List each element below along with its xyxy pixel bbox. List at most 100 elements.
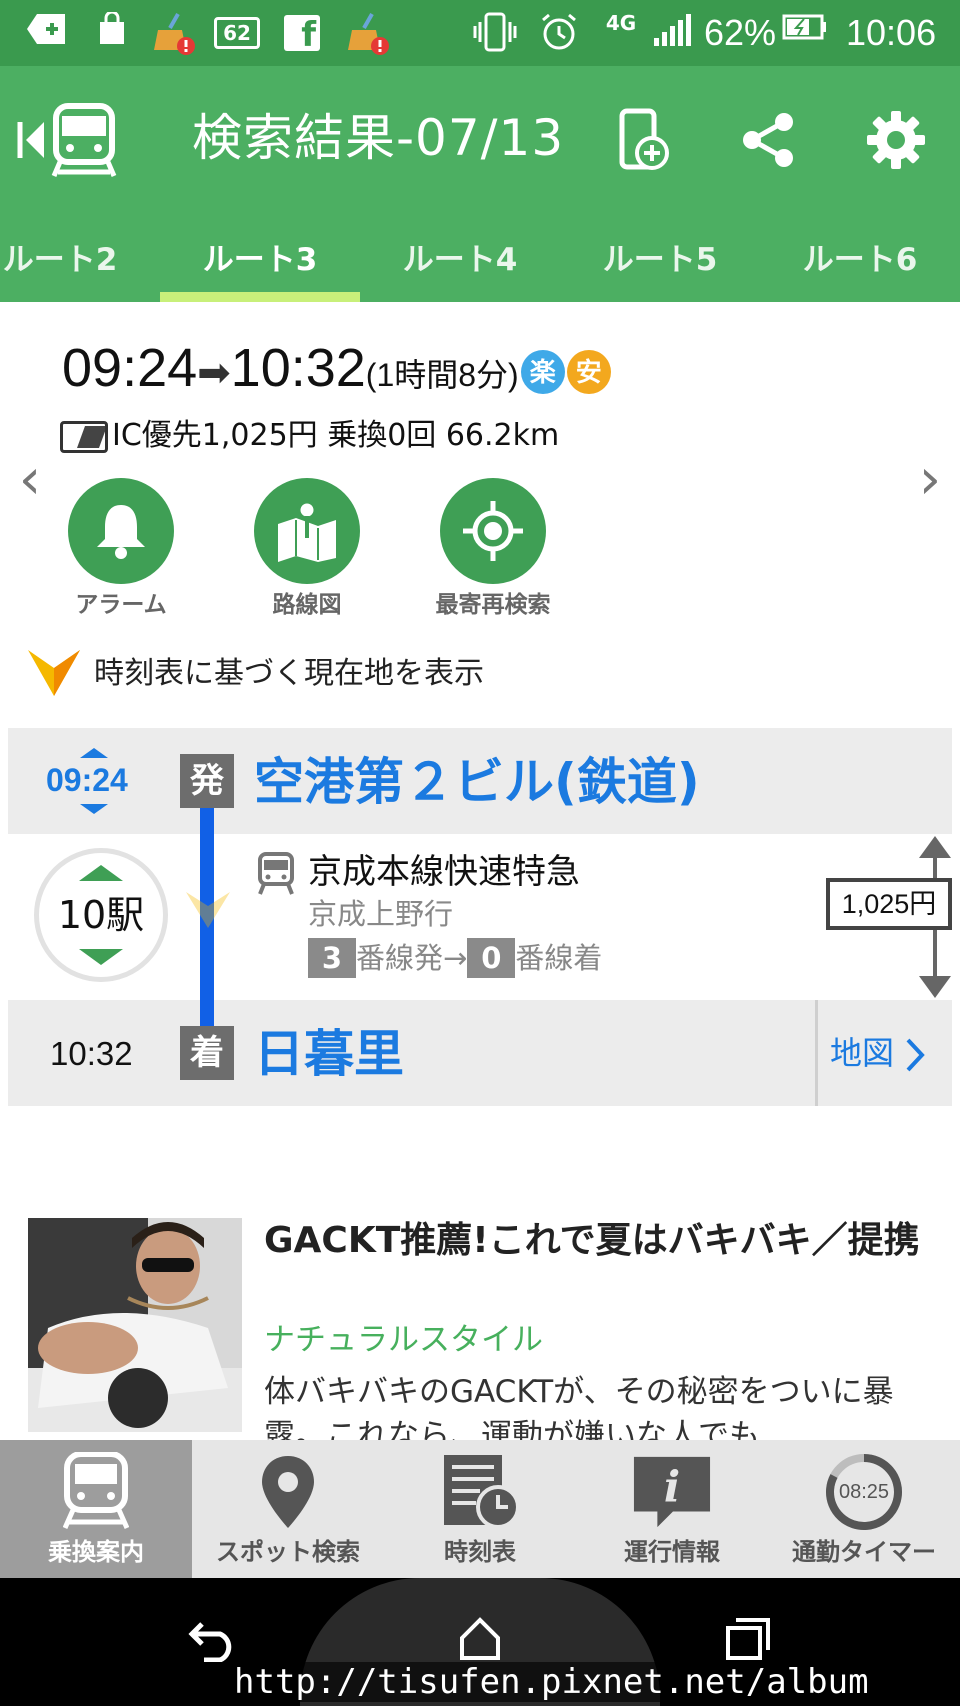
settings-gear-icon[interactable] [858,102,934,178]
map-link[interactable]: 地図 [830,1032,926,1074]
app-header: 検索結果-07/13 ルート2 ルート3 ルート4 ルート5 ルート6 [0,66,960,302]
nav-timetable-label: 時刻表 [444,1538,516,1566]
alarm-button[interactable] [68,478,174,584]
fare-summary-text: IC優先1,025円 乗換0回 66.2km [112,418,560,453]
broom-alert-icon [346,12,390,55]
nearest-research-button[interactable] [440,478,546,584]
alarm-icon [538,12,580,54]
fare-summary: IC優先1,025円 乗換0回 66.2km [60,414,559,458]
ad-title[interactable]: GACKT推薦!これで夏はバキバキ／提携 [264,1216,924,1266]
route-map-button[interactable] [254,478,360,584]
train-line-name: 京成本線快速特急 [308,852,580,892]
route-map-label: 路線図 [272,592,342,618]
train-destination: 京成上野行 [308,897,454,931]
nav-timetable[interactable]: 時刻表 [384,1440,576,1578]
nearest-research-label: 最寄再検索 [435,592,551,618]
nav-service-info-label: 運行情報 [624,1538,720,1566]
segment-fare: 1,025円 [826,878,952,930]
stops-toggle[interactable]: 10駅 [34,848,168,982]
ad-description: 体バキバキのGACKTが、その秘密をついに暴露。これなら、運動が嫌いな人でも… [264,1374,894,1440]
arrow-icon: ➡ [197,351,231,395]
arrival-row[interactable] [8,1000,952,1106]
bottom-navigation: 乗換案内 スポット検索 時刻表 i 運行情報 08:25 通勤タイマー [0,1440,960,1578]
facebook-icon: f [284,12,324,55]
timetable-icon [440,1452,520,1532]
arrival-platform-suffix: 番線着 [515,941,603,975]
current-position-marker-icon [186,892,230,928]
shopping-bag-icon [96,10,128,54]
location-pin-icon [248,1452,328,1532]
route-tabs: ルート2 ルート3 ルート4 ルート5 ルート6 [0,226,960,302]
departure-station[interactable]: 空港第２ビル(鉄道) [254,752,700,812]
chevron-right-icon [906,1038,925,1072]
tab-route-6[interactable]: ルート6 [760,226,960,302]
prev-route-arrow[interactable]: ‹ [10,450,50,510]
nav-service-info[interactable]: i 運行情報 [576,1440,768,1578]
svg-text:i: i [664,1463,680,1513]
tab-route-3[interactable]: ルート3 [160,226,360,302]
depart-time: 09:24 [62,338,198,398]
recent-apps-icon[interactable] [724,1616,772,1660]
watermark-url: http://tisufen.pixnet.net/album [234,1662,869,1702]
alarm-label: アラーム [75,592,167,618]
nav-transit-label: 乗換案内 [48,1538,144,1566]
battery-charging-icon [782,12,828,54]
fare-arrow-down-icon [919,976,951,998]
nav-transit[interactable]: 乗換案内 [0,1440,192,1578]
signal-icon [652,12,692,54]
4g-icon: 4G [605,11,637,35]
arrival-platform: 0 [467,938,516,978]
time-adjust-down-icon[interactable] [80,804,108,814]
tab-route-4[interactable]: ルート4 [360,226,560,302]
badge-62-icon: 62 [214,12,264,54]
arrive-time: 10:32 [230,338,366,398]
bell-icon [97,505,145,559]
page-title: 検索結果-07/13 [192,109,565,167]
back-icon[interactable] [188,1618,240,1662]
tab-route-2[interactable]: ルート2 [0,226,160,302]
share-icon[interactable] [730,102,806,178]
map-link-label: 地図 [830,1034,895,1072]
platform-info: 3 番線発→ 0 番線着 [308,938,602,978]
vibrate-icon [472,12,518,54]
crosshair-icon [463,501,523,561]
expand-up-icon [79,865,123,881]
nav-commute-timer[interactable]: 08:25 通勤タイマー [768,1440,960,1578]
time-adjust-up-icon[interactable] [80,748,108,758]
nav-commute-timer-label: 通勤タイマー [792,1538,936,1566]
location-toggle-label: 時刻表に基づく現在地を表示 [94,656,484,691]
ad-image[interactable] [28,1218,242,1432]
usb-plus-icon [26,12,68,54]
safe-badge: 安 [566,349,611,394]
departure-platform-suffix: 番線発→ [356,941,468,975]
comfort-badge: 楽 [520,349,565,394]
tab-route-5[interactable]: ルート5 [560,226,760,302]
timer-value: 08:25 [838,1480,890,1503]
status-bar: 62 f 4G 62% 10:06 [0,0,960,66]
fare-arrow-up-icon [919,836,951,858]
broom-alert-icon [152,12,196,55]
nav-spot-search[interactable]: スポット検索 [192,1440,384,1578]
departure-tag: 発 [180,754,234,808]
back-train-icon[interactable] [16,102,120,178]
home-icon[interactable] [458,1616,502,1660]
duration-text: (1時間8分) [365,357,519,393]
route-map-icon [278,500,336,562]
departure-platform: 3 [308,938,356,978]
battery-percent: 62% [704,12,777,53]
train-icon [56,1452,136,1532]
stops-count: 10駅 [57,893,145,937]
fare-range-line-top [933,856,937,880]
departure-time[interactable]: 09:24 [46,760,128,800]
timer-icon: 08:25 [824,1452,904,1532]
train-icon [258,852,294,895]
phone-add-icon[interactable] [604,102,680,178]
ad-sponsor: ナチュラルスタイル [264,1322,543,1358]
next-route-arrow[interactable]: › [910,450,950,510]
map-divider [815,1000,818,1106]
arrival-time: 10:32 [50,1035,133,1072]
arrival-station[interactable]: 日暮里 [254,1024,404,1084]
location-chevron-icon [28,650,80,696]
clock-time: 10:06 [846,12,937,53]
route-summary-times: 09:24➡10:32(1時間8分) 楽安 [62,336,611,407]
